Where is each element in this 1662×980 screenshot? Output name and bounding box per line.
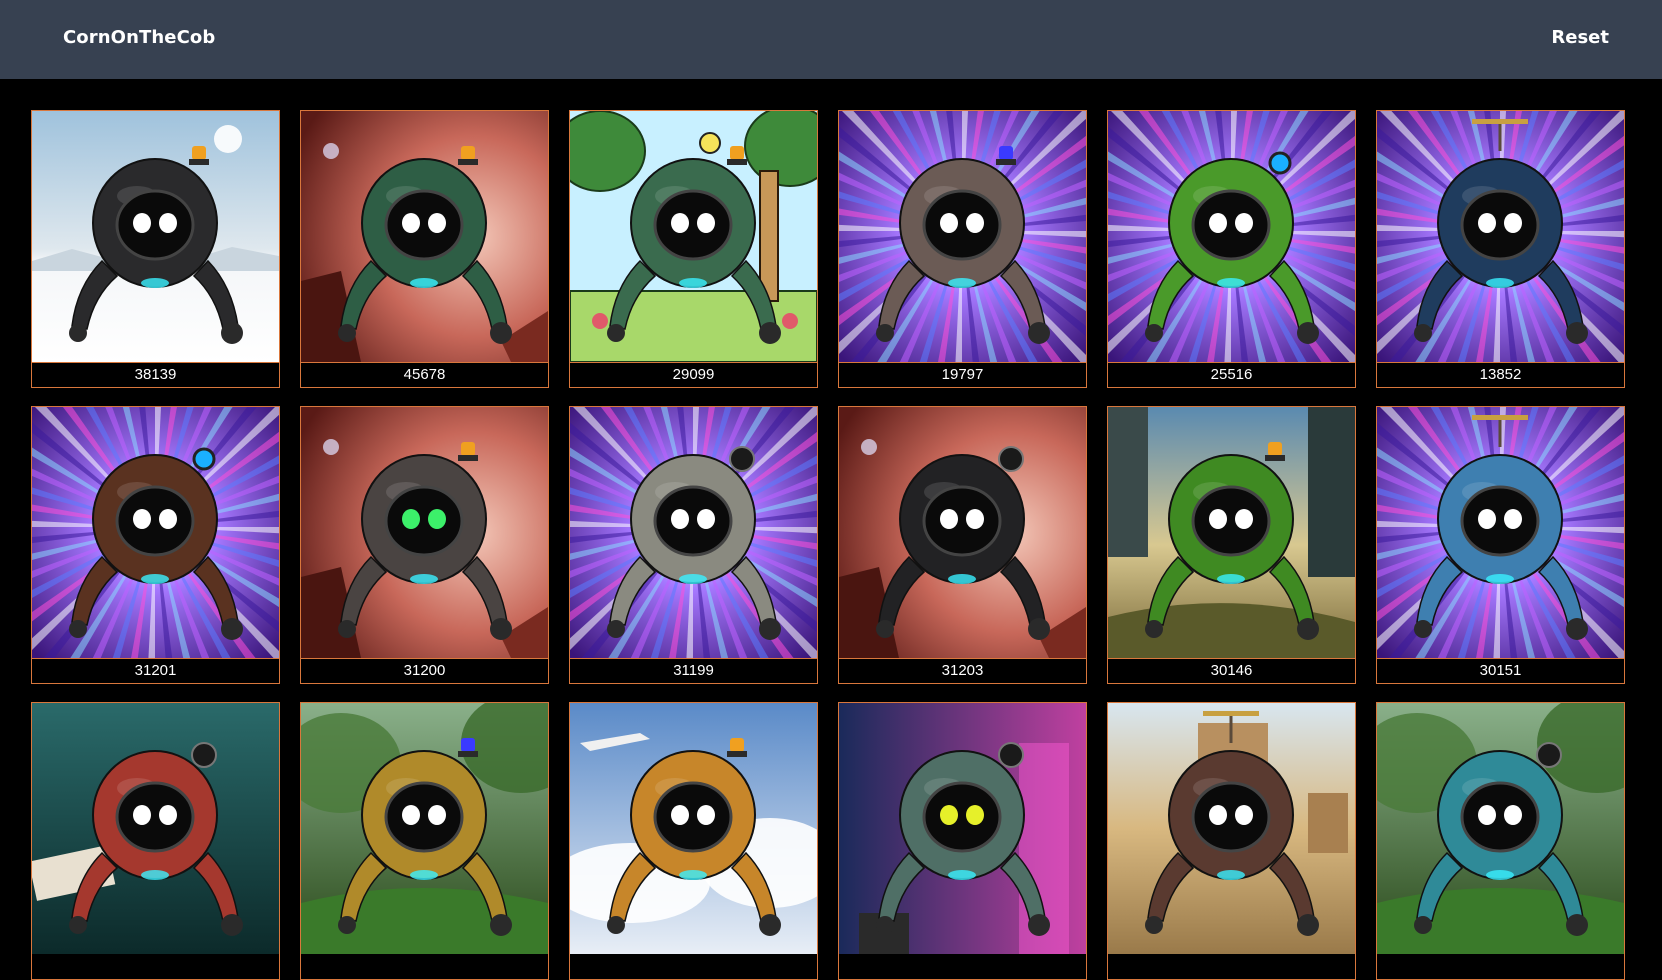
nft-image[interactable] [839,703,1086,954]
nft-image[interactable] [32,407,279,658]
nft-card[interactable]: 19797 [838,110,1087,388]
top-nav-bar: CornOnTheCob Reset [0,0,1662,79]
nft-card[interactable]: 31203 [838,406,1087,684]
nft-id-label: 31200 [301,658,548,683]
nft-image[interactable] [1377,111,1624,362]
nft-image[interactable] [301,407,548,658]
nft-card[interactable] [1107,702,1356,980]
nft-id-label: 31199 [570,658,817,683]
nft-image[interactable] [570,703,817,954]
nft-image[interactable] [839,111,1086,362]
nft-image[interactable] [1108,703,1355,954]
nft-image[interactable] [570,111,817,362]
nft-id-label: 31203 [839,658,1086,683]
nft-card[interactable]: 13852 [1376,110,1625,388]
nft-card[interactable] [300,702,549,980]
nft-image[interactable] [32,703,279,954]
nft-image[interactable] [1377,407,1624,658]
nft-card[interactable] [31,702,280,980]
nft-id-label: 31201 [32,658,279,683]
nft-image[interactable] [32,111,279,362]
nft-card[interactable]: 31199 [569,406,818,684]
nft-id-label: 30151 [1377,658,1624,683]
nft-id-label: 13852 [1377,362,1624,387]
nft-image[interactable] [1108,407,1355,658]
nft-id-label: 30146 [1108,658,1355,683]
nft-card[interactable] [569,702,818,980]
nft-image[interactable] [301,703,548,954]
nft-image[interactable] [1108,111,1355,362]
nft-card[interactable] [1376,702,1625,980]
nft-image[interactable] [839,407,1086,658]
nft-card[interactable]: 29099 [569,110,818,388]
nft-card[interactable]: 25516 [1107,110,1356,388]
nft-id-label: 25516 [1108,362,1355,387]
nft-id-label: 29099 [570,362,817,387]
nft-image[interactable] [570,407,817,658]
reset-button[interactable]: Reset [1551,27,1609,48]
nft-card[interactable]: 31201 [31,406,280,684]
nft-image[interactable] [1377,703,1624,954]
brand-title[interactable]: CornOnTheCob [63,27,215,48]
nft-card[interactable]: 38139 [31,110,280,388]
nft-card[interactable]: 31200 [300,406,549,684]
nft-image[interactable] [301,111,548,362]
nft-id-label: 19797 [839,362,1086,387]
nft-card[interactable]: 30151 [1376,406,1625,684]
nft-card[interactable]: 45678 [300,110,549,388]
nft-id-label: 45678 [301,362,548,387]
nft-card[interactable]: 30146 [1107,406,1356,684]
nft-card[interactable] [838,702,1087,980]
nft-id-label: 38139 [32,362,279,387]
